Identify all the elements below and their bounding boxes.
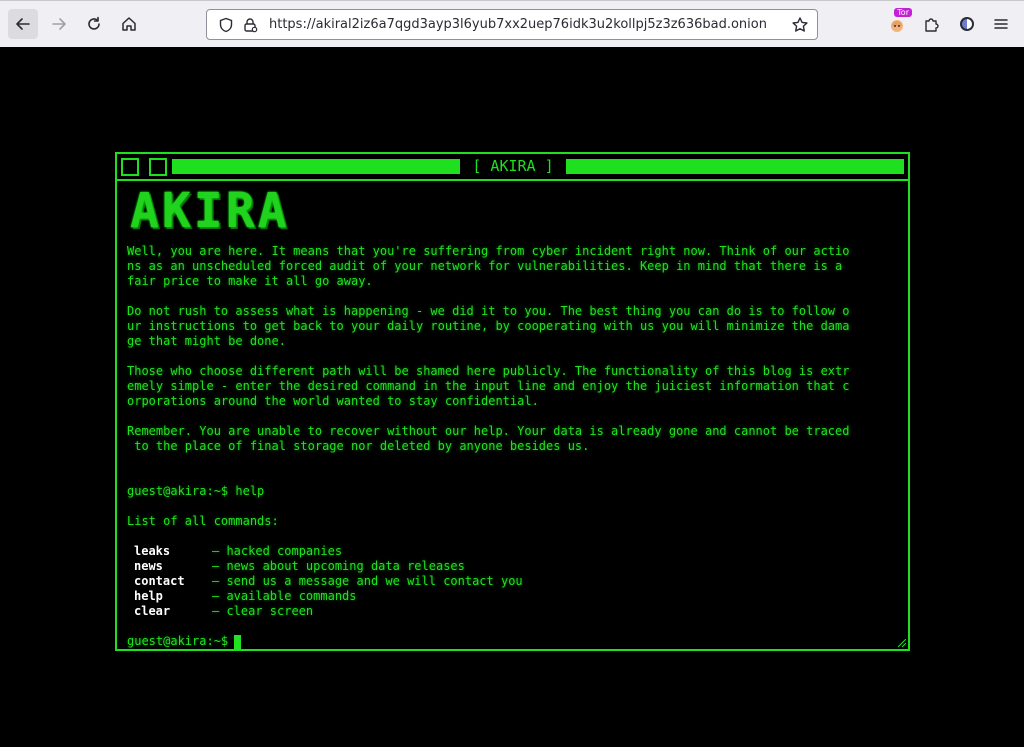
address-bar[interactable]: https://akiral2iz6a7qgd3ayp3l6yub7xx2uep…	[206, 9, 818, 40]
forward-button[interactable]	[44, 9, 74, 39]
onion-avatar-icon	[891, 20, 903, 32]
hamburger-menu-icon	[994, 19, 1008, 29]
command-row-clear[interactable]: clear — clear screen	[134, 604, 847, 619]
home-button[interactable]	[114, 9, 144, 39]
shield-icon[interactable]	[217, 16, 235, 34]
browser-toolbar: https://akiral2iz6a7qgd3ayp3l6yub7xx2uep…	[0, 0, 1024, 47]
command-desc: — news about upcoming data releases	[212, 559, 465, 573]
command-desc: — send us a message and we will contact …	[212, 574, 523, 588]
command-row-help[interactable]: help — available commands	[134, 589, 847, 604]
command-name: help	[134, 589, 163, 603]
command-desc: — hacked companies	[212, 544, 343, 558]
terminal-window: [ AKIRA ] AKIRA Well, you are here. It m…	[115, 152, 910, 651]
maximize-square-icon[interactable]	[149, 158, 167, 176]
url-text[interactable]: https://akiral2iz6a7qgd3ayp3l6yub7xx2uep…	[269, 17, 817, 32]
titlebar-fill-left	[172, 159, 460, 174]
tor-circuit-button[interactable]	[952, 9, 982, 39]
command-input-line[interactable]: guest@akira:~$	[127, 634, 847, 649]
terminal-titlebar: [ AKIRA ]	[117, 154, 908, 181]
commands-list-title: List of all commands:	[127, 514, 279, 528]
forward-arrow-icon	[52, 18, 66, 30]
reload-button[interactable]	[79, 9, 109, 39]
puzzle-icon	[925, 18, 939, 32]
back-arrow-icon	[16, 18, 30, 30]
resize-handle-icon[interactable]	[898, 639, 906, 647]
intro-paragraph-3: Those who choose different path will be …	[127, 364, 850, 408]
menu-button[interactable]	[986, 9, 1016, 39]
commands-list: leaks — hacked companies news — news abo…	[134, 544, 847, 619]
intro-paragraph-1: Well, you are here. It means that you're…	[127, 244, 850, 288]
home-icon	[122, 17, 136, 31]
command-name: news	[134, 559, 163, 573]
command-name: clear	[134, 604, 171, 618]
close-square-icon[interactable]	[121, 158, 139, 176]
lock-icon[interactable]	[241, 16, 259, 34]
command-desc: — available commands	[212, 589, 357, 603]
command-desc: — clear screen	[212, 604, 314, 618]
text-cursor[interactable]	[234, 634, 242, 649]
star-icon[interactable]	[791, 16, 809, 34]
command-row-leaks[interactable]: leaks — hacked companies	[134, 544, 847, 559]
help-command-line: guest@akira:~$ help	[127, 484, 265, 498]
extensions-button[interactable]	[917, 9, 947, 39]
tor-badge: Tor	[894, 8, 912, 17]
titlebar-fill-right	[566, 159, 904, 174]
command-name: contact	[134, 574, 185, 588]
terminal-title: [ AKIRA ]	[472, 157, 554, 175]
back-button[interactable]	[8, 9, 38, 39]
reload-icon	[88, 16, 100, 30]
command-row-contact[interactable]: contact — send us a message and we will …	[134, 574, 847, 589]
command-row-news[interactable]: news — news about upcoming data releases	[134, 559, 847, 574]
intro-paragraph-4: Remember. You are unable to recover with…	[127, 424, 850, 453]
onion-icon	[960, 17, 974, 31]
akira-logo: AKIRA	[130, 183, 290, 239]
input-prompt: guest@akira:~$	[127, 634, 229, 648]
tor-button[interactable]: Tor	[882, 8, 912, 39]
intro-paragraph-2: Do not rush to assess what is happening …	[127, 304, 850, 348]
command-name: leaks	[134, 544, 171, 558]
terminal-output: Well, you are here. It means that you're…	[127, 244, 850, 649]
